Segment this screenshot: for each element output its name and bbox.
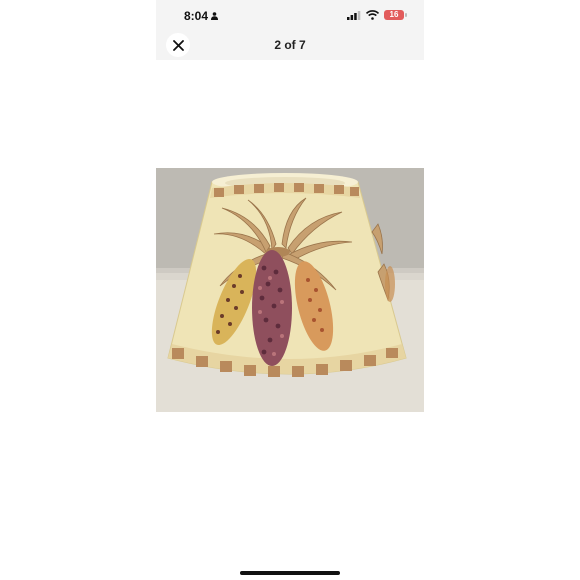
viewer-nav: 2 of 7 xyxy=(156,32,424,58)
status-time: 8:04 xyxy=(184,9,219,23)
image-viewer-screen: 8:04 16 2 of 7 xyxy=(156,0,424,580)
lamp-shade-image xyxy=(156,168,424,412)
top-bar: 8:04 16 2 of 7 xyxy=(156,0,424,60)
cellular-signal-icon xyxy=(347,10,361,20)
product-photo[interactable] xyxy=(156,168,424,412)
time-label: 8:04 xyxy=(184,9,209,23)
wifi-icon xyxy=(366,10,379,20)
battery-icon: 16 xyxy=(384,10,407,20)
home-indicator[interactable] xyxy=(240,571,340,575)
battery-level: 16 xyxy=(389,10,399,19)
person-icon xyxy=(211,12,219,20)
status-icons: 16 xyxy=(347,10,407,20)
image-counter: 2 of 7 xyxy=(274,38,306,52)
